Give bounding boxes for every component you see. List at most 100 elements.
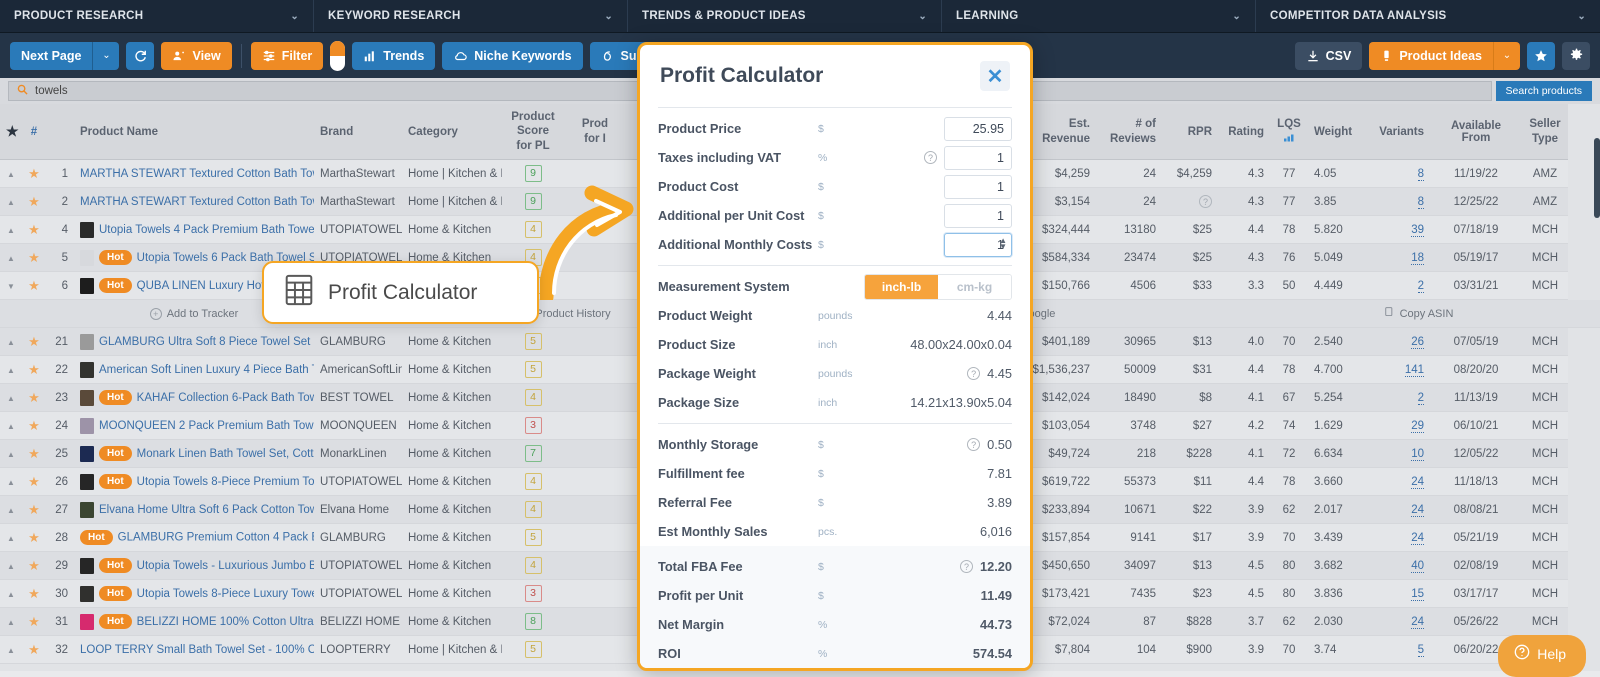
product-ideas-dropdown-arrow[interactable]: ⌄ <box>1493 41 1520 70</box>
product-name-link[interactable]: BELIZZI HOME 100% Cotton Ultra Soft 6 Pa… <box>137 616 314 628</box>
input-field-input[interactable] <box>944 203 1012 228</box>
row-favorite-star[interactable]: ★ <box>22 355 46 385</box>
csv-export-button[interactable]: CSV <box>1294 41 1363 70</box>
row-variants[interactable]: 10 <box>1364 439 1430 469</box>
product-name-link[interactable]: LOOP TERRY Small Bath Towel Set - 100% C… <box>80 644 314 656</box>
refresh-button[interactable] <box>126 41 155 70</box>
row-variants[interactable]: 5 <box>1364 635 1430 665</box>
column-header-reviews[interactable]: # of Reviews <box>1096 104 1162 161</box>
row-reviews[interactable]: 13180 <box>1096 215 1162 245</box>
trends-button[interactable]: Trends <box>352 41 436 70</box>
variants-link[interactable]: 24 <box>1411 475 1424 489</box>
row-expand-toggle[interactable]: ▲ <box>0 523 22 553</box>
copy-asin-action[interactable]: Copy ASIN <box>1270 299 1568 329</box>
product-name-link[interactable]: KAHAF Collection 6-Pack Bath Towels - Li… <box>137 392 314 404</box>
nav-item-learning[interactable]: LEARNING ⌄ <box>942 0 1256 32</box>
row-favorite-star[interactable]: ★ <box>22 383 46 413</box>
row-favorite-star[interactable]: ★ <box>22 159 46 189</box>
nav-item-product-research[interactable]: PRODUCT RESEARCH ⌄ <box>0 0 314 32</box>
row-expand-toggle[interactable]: ▼ <box>0 271 22 301</box>
row-variants[interactable]: 24 <box>1364 467 1430 497</box>
help-icon[interactable]: ? <box>1199 195 1212 209</box>
row-expand-toggle[interactable]: ▲ <box>0 495 22 525</box>
row-brand[interactable]: MonarkLinen <box>314 439 402 469</box>
variants-link[interactable]: 24 <box>1411 531 1424 545</box>
product-ideas-button[interactable]: Product Ideas <box>1369 41 1493 70</box>
row-favorite-star[interactable]: ★ <box>22 551 46 581</box>
row-product-name[interactable]: MOONQUEEN 2 Pack Premium Bath Towel Set … <box>74 411 314 441</box>
next-page-dropdown-arrow[interactable]: ⌄ <box>92 41 120 70</box>
column-header-seller-type[interactable]: Seller Type <box>1522 104 1568 161</box>
product-name-link[interactable]: MARTHA STEWART Textured Cotton Bath Towe… <box>80 168 314 180</box>
product-name-link[interactable]: Utopia Towels - Luxurious Jumbo Bath She… <box>137 560 314 572</box>
row-reviews[interactable]: 23474 <box>1096 243 1162 273</box>
row-product-name[interactable]: Hot BELIZZI HOME 100% Cotton Ultra Soft 6… <box>74 607 314 637</box>
row-favorite-star[interactable]: ★ <box>22 523 46 553</box>
row-favorite-star[interactable]: ★ <box>22 215 46 245</box>
product-name-link[interactable]: GLAMBURG Ultra Soft 8 Piece Towel Set - … <box>99 336 314 348</box>
row-variants[interactable]: 40 <box>1364 551 1430 581</box>
next-page-button[interactable]: Next Page <box>10 41 93 70</box>
row-product-name[interactable]: Hot KAHAF Collection 6-Pack Bath Towels -… <box>74 383 314 413</box>
row-product-name[interactable]: LOOP TERRY Small Bath Towel Set - 100% C… <box>74 635 314 665</box>
row-brand[interactable]: BELIZZI HOME <box>314 607 402 637</box>
measurement-system-toggle[interactable]: inch-lb cm-kg <box>864 273 1012 300</box>
filter-toggle-switch[interactable] <box>330 40 346 71</box>
variants-link[interactable]: 18 <box>1411 251 1424 265</box>
row-variants[interactable]: 24 <box>1364 523 1430 553</box>
column-header-product-name[interactable]: Product Name <box>74 104 314 161</box>
row-variants[interactable]: 2 <box>1364 271 1430 301</box>
row-favorite-star[interactable]: ★ <box>22 411 46 441</box>
row-favorite-star[interactable]: ★ <box>22 579 46 609</box>
row-variants[interactable]: 39 <box>1364 215 1430 245</box>
row-expand-toggle[interactable]: ▲ <box>0 187 22 217</box>
row-expand-toggle[interactable]: ▲ <box>0 411 22 441</box>
row-expand-toggle[interactable]: ▲ <box>0 467 22 497</box>
variants-link[interactable]: 24 <box>1411 503 1424 517</box>
filter-button[interactable]: Filter <box>250 41 324 70</box>
row-favorite-star[interactable]: ★ <box>22 495 46 525</box>
measurement-option-inch-lb[interactable]: inch-lb <box>865 274 938 299</box>
row-reviews[interactable]: 9141 <box>1096 523 1162 553</box>
row-variants[interactable]: 26 <box>1364 327 1430 357</box>
row-variants[interactable]: 24 <box>1364 495 1430 525</box>
row-product-name[interactable]: Hot Utopia Towels - Luxurious Jumbo Bath … <box>74 551 314 581</box>
column-header-variants[interactable]: Variants <box>1364 104 1430 161</box>
row-brand[interactable]: Elvana Home <box>314 495 402 525</box>
nav-item-competitor-data-analysis[interactable]: COMPETITOR DATA ANALYSIS ⌄ <box>1256 0 1600 32</box>
product-name-link[interactable]: Utopia Towels 8-Piece Premium Towel Set,… <box>137 476 314 488</box>
product-name-link[interactable]: Elvana Home Ultra Soft 6 Pack Cotton Tow… <box>99 504 314 516</box>
settings-button[interactable] <box>1562 41 1590 70</box>
input-field-input[interactable] <box>944 145 1012 170</box>
product-ideas-control[interactable]: Product Ideas ⌄ <box>1369 41 1520 70</box>
variants-link[interactable]: 10 <box>1411 447 1424 461</box>
row-reviews[interactable]: 7435 <box>1096 579 1162 609</box>
row-brand[interactable]: UTOPIATOWELS <box>314 215 402 245</box>
search-products-button[interactable]: Search products <box>1495 81 1592 101</box>
product-name-link[interactable]: Utopia Towels 4 Pack Premium Bath Towels… <box>99 224 314 236</box>
row-variants[interactable]: 8 <box>1364 159 1430 189</box>
row-variants[interactable]: 29 <box>1364 411 1430 441</box>
row-brand[interactable]: UTOPIATOWELS <box>314 551 402 581</box>
row-product-name[interactable]: American Soft Linen Luxury 4 Piece Bath … <box>74 355 314 385</box>
row-product-name[interactable]: Hot Utopia Towels 8-Piece Luxury Towel Se… <box>74 579 314 609</box>
row-expand-toggle[interactable]: ▲ <box>0 607 22 637</box>
row-variants[interactable]: 15 <box>1364 579 1430 609</box>
row-product-name[interactable]: Hot Utopia Towels 8-Piece Premium Towel S… <box>74 467 314 497</box>
row-reviews[interactable]: 18490 <box>1096 383 1162 413</box>
row-product-name[interactable]: MARTHA STEWART Textured Cotton Bath Towe… <box>74 187 314 217</box>
row-brand[interactable]: MarthaStewart <box>314 159 402 189</box>
column-header-favorite[interactable]: ★ <box>0 104 22 161</box>
row-product-name[interactable]: Elvana Home Ultra Soft 6 Pack Cotton Tow… <box>74 495 314 525</box>
row-brand[interactable]: UTOPIATOWELS <box>314 467 402 497</box>
row-reviews[interactable]: 55373 <box>1096 467 1162 497</box>
row-variants[interactable]: 2 <box>1364 383 1430 413</box>
variants-link[interactable]: 8 <box>1417 195 1424 209</box>
input-field-input[interactable] <box>944 116 1012 141</box>
row-reviews[interactable]: 30965 <box>1096 327 1162 357</box>
row-expand-toggle[interactable]: ▲ <box>0 327 22 357</box>
row-expand-toggle[interactable]: ▲ <box>0 243 22 273</box>
product-name-link[interactable]: Monark Linen Bath Towel Set, Cotton Terr… <box>137 448 314 460</box>
product-name-link[interactable]: Utopia Towels 8-Piece Luxury Towel Set, … <box>137 588 314 600</box>
product-name-link[interactable]: American Soft Linen Luxury 4 Piece Bath … <box>99 364 314 376</box>
